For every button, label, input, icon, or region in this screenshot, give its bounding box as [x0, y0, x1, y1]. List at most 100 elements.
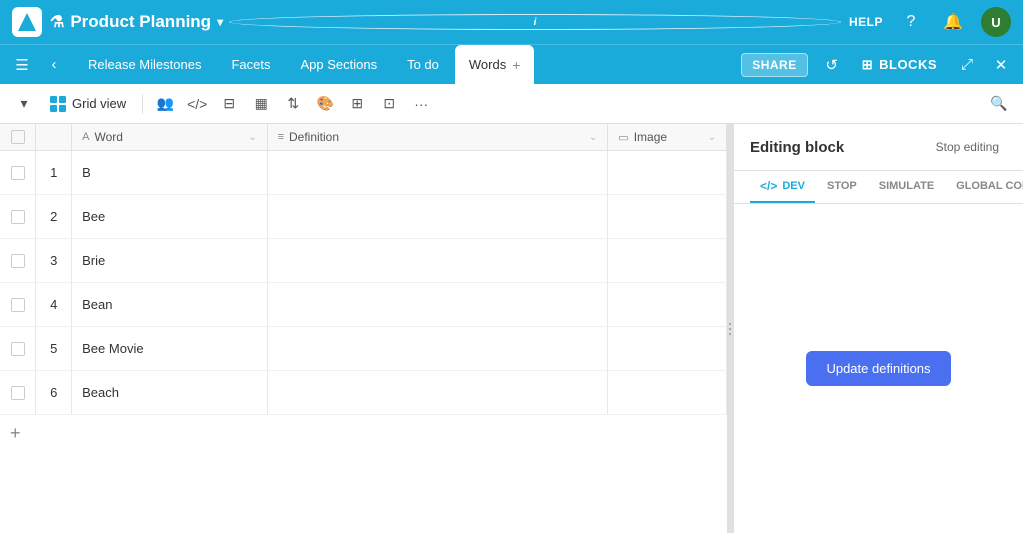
row-5-img[interactable]	[608, 327, 727, 371]
share-button[interactable]: SHARE	[741, 53, 808, 77]
header-row-num	[36, 124, 72, 151]
row-2-num: 2	[36, 195, 72, 239]
app-logo[interactable]	[12, 7, 42, 37]
tab-words[interactable]: Words +	[455, 45, 535, 84]
table-row[interactable]: 2 Bee	[0, 195, 727, 239]
grid-view-button[interactable]: Grid view	[42, 92, 134, 116]
row-3-def[interactable]	[267, 239, 608, 283]
history-icon[interactable]: ↺	[818, 51, 846, 79]
flask-icon: ⚗	[50, 12, 64, 32]
help-question-icon[interactable]: ?	[897, 8, 925, 36]
table-row[interactable]: 5 Bee Movie	[0, 327, 727, 371]
project-name: Product Planning	[70, 12, 211, 32]
update-definitions-button[interactable]: Update definitions	[806, 351, 950, 386]
tab-dev[interactable]: </> DEV	[750, 171, 815, 203]
col-def-label: Definition	[289, 130, 339, 144]
blocks-button[interactable]: ⊞ BLOCKS	[852, 53, 947, 77]
row-1-num: 1	[36, 151, 72, 195]
row-5-word[interactable]: Bee Movie	[72, 327, 267, 371]
row-2-img[interactable]	[608, 195, 727, 239]
main-layout: A Word ⌄ ≡ Definition ⌄	[0, 124, 1023, 533]
filter-icon[interactable]: ⊟	[215, 90, 243, 118]
edit-panel-content: Update definitions	[734, 204, 1023, 533]
row-6-img[interactable]	[608, 371, 727, 415]
tab-release-milestones[interactable]: Release Milestones	[74, 45, 215, 84]
table-icon[interactable]: ▦	[247, 90, 275, 118]
add-row-button[interactable]: +	[0, 415, 727, 451]
table-row[interactable]: 1 B	[0, 151, 727, 195]
row-2-checkbox[interactable]	[0, 195, 36, 239]
tab-simulate-label: SIMULATE	[879, 180, 934, 192]
tab-stop[interactable]: STOP	[817, 172, 867, 202]
resize-handle[interactable]	[727, 124, 733, 533]
col-word-label: Word	[94, 130, 122, 144]
expand-rows-icon[interactable]: ⊡	[375, 90, 403, 118]
sort-arrow-icon[interactable]: ⌄	[248, 132, 256, 143]
avatar[interactable]: U	[981, 7, 1011, 37]
code-bracket-icon: </>	[760, 179, 777, 193]
row-4-num: 4	[36, 283, 72, 327]
sort-icon[interactable]: ⇅	[279, 90, 307, 118]
search-icon[interactable]: 🔍	[985, 90, 1013, 118]
resize-dots	[729, 323, 731, 335]
back-arrow-icon[interactable]: ‹	[40, 51, 68, 79]
code-icon[interactable]: </>	[183, 90, 211, 118]
nav-bar: ☰ ‹ Release Milestones Facets App Sectio…	[0, 44, 1023, 84]
header-image[interactable]: ▭ Image ⌄	[608, 124, 727, 151]
row-6-word[interactable]: Beach	[72, 371, 267, 415]
tab-global-config-label: GLOBAL CONFIG	[956, 180, 1023, 192]
paint-icon[interactable]: 🎨	[311, 90, 339, 118]
row-2-word[interactable]: Bee	[72, 195, 267, 239]
tab-words-label: Words	[469, 57, 506, 72]
table-row[interactable]: 6 Beach	[0, 371, 727, 415]
chevron-down-icon[interactable]: ▾	[217, 15, 223, 29]
nav-bar-right: SHARE ↺ ⊞ BLOCKS ⤢ ✕	[737, 45, 1015, 84]
stop-editing-button[interactable]: Stop editing	[928, 136, 1007, 158]
dropdown-arrow-icon[interactable]: ▾	[10, 90, 38, 118]
row-6-checkbox[interactable]	[0, 371, 36, 415]
row-4-word[interactable]: Bean	[72, 283, 267, 327]
row-6-def[interactable]	[267, 371, 608, 415]
row-3-word[interactable]: Brie	[72, 239, 267, 283]
tab-todo[interactable]: To do	[393, 45, 453, 84]
row-5-checkbox[interactable]	[0, 327, 36, 371]
expand-icon[interactable]: ⤢	[953, 51, 981, 79]
row-4-checkbox[interactable]	[0, 283, 36, 327]
row-1-word[interactable]: B	[72, 151, 267, 195]
tab-facets[interactable]: Facets	[217, 45, 284, 84]
img-sort-arrow-icon[interactable]: ⌄	[708, 132, 716, 143]
row-4-img[interactable]	[608, 283, 727, 327]
tab-simulate[interactable]: SIMULATE	[869, 172, 944, 202]
tab-global-config[interactable]: GLOBAL CONFIG	[946, 172, 1023, 202]
columns-icon[interactable]: ⊞	[343, 90, 371, 118]
image-type-icon: ▭	[618, 131, 628, 144]
row-3-img[interactable]	[608, 239, 727, 283]
header-definition[interactable]: ≡ Definition ⌄	[267, 124, 608, 151]
table-row[interactable]: 4 Bean	[0, 283, 727, 327]
text-type-icon: A	[82, 131, 89, 143]
toolbar-separator	[142, 94, 143, 114]
header-word[interactable]: A Word ⌄	[72, 124, 267, 151]
people-icon[interactable]: 👥	[151, 90, 179, 118]
col-img-label: Image	[634, 130, 667, 144]
row-2-def[interactable]	[267, 195, 608, 239]
notification-bell-icon[interactable]: 🔔	[939, 8, 967, 36]
header-checkbox[interactable]	[0, 124, 36, 151]
def-sort-arrow-icon[interactable]: ⌄	[589, 132, 597, 143]
info-icon[interactable]: i	[229, 14, 841, 30]
row-5-def[interactable]	[267, 327, 608, 371]
row-4-def[interactable]	[267, 283, 608, 327]
row-1-def[interactable]	[267, 151, 608, 195]
hamburger-menu-icon[interactable]: ☰	[8, 51, 36, 79]
tab-plus-icon[interactable]: +	[512, 57, 520, 73]
row-1-img[interactable]	[608, 151, 727, 195]
tab-todo-label: To do	[407, 57, 439, 72]
edit-panel: Editing block Stop editing </> DEV STOP …	[733, 124, 1023, 533]
row-1-checkbox[interactable]	[0, 151, 36, 195]
close-icon[interactable]: ✕	[987, 51, 1015, 79]
table-row[interactable]: 3 Brie	[0, 239, 727, 283]
more-options-icon[interactable]: ···	[407, 90, 435, 118]
tab-app-sections[interactable]: App Sections	[286, 45, 391, 84]
row-3-checkbox[interactable]	[0, 239, 36, 283]
edit-panel-header: Editing block Stop editing	[734, 124, 1023, 171]
